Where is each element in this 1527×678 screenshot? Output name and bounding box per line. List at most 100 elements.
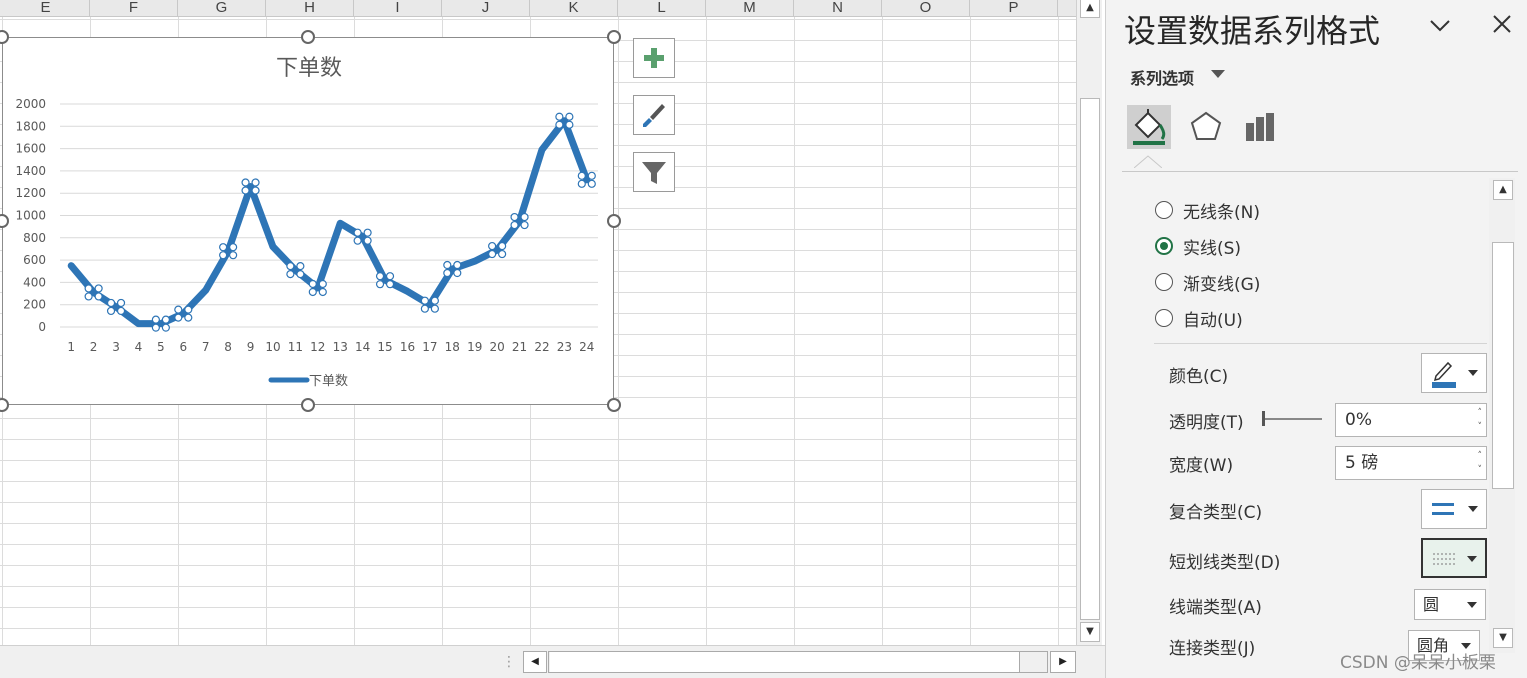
transparency-spinner-icon[interactable]: ˄ ˅	[1478, 406, 1483, 434]
column-header-n[interactable]: N	[794, 0, 882, 17]
point-selection-handle[interactable]	[151, 315, 160, 324]
pane-scroll-up-button[interactable]: ▲	[1493, 180, 1513, 200]
point-selection-handle[interactable]	[116, 298, 126, 308]
point-selection-handle[interactable]	[296, 262, 305, 271]
dash-type-dropdown[interactable]	[1421, 538, 1487, 578]
point-selection-handle[interactable]	[363, 228, 372, 237]
pane-scroll-down-button[interactable]: ▼	[1493, 628, 1513, 648]
point-selection-handle[interactable]	[498, 249, 507, 259]
chart-styles-button[interactable]	[633, 95, 675, 135]
pane-scroll-thumb[interactable]	[1492, 242, 1514, 489]
point-selection-handle[interactable]	[353, 228, 362, 237]
point-selection-handle[interactable]	[375, 280, 385, 289]
point-selection-handle[interactable]	[184, 313, 193, 322]
chart-elements-button[interactable]	[633, 38, 675, 78]
line-chart[interactable]: 下单数 2000 1800 1600 1400 1200 1000 800 600 400 200…	[2, 37, 614, 405]
point-selection-handle[interactable]	[286, 262, 295, 271]
split-handle-icon[interactable]: ⋮	[502, 654, 516, 670]
scroll-down-button[interactable]: ▼	[1080, 622, 1100, 642]
point-selection-handle[interactable]	[94, 284, 103, 293]
point-selection-handle[interactable]	[229, 243, 238, 252]
radio-no-line[interactable]: 无线条(N)	[1155, 198, 1260, 223]
radio-no-line-indicator[interactable]	[1155, 201, 1173, 219]
point-selection-handle[interactable]	[161, 315, 170, 324]
radio-automatic-indicator[interactable]	[1155, 309, 1173, 327]
vertical-scroll-thumb[interactable]	[1080, 98, 1100, 620]
point-selection-handle[interactable]	[587, 171, 596, 180]
radio-automatic[interactable]: 自动(U)	[1155, 306, 1243, 331]
point-selection-handle[interactable]	[241, 178, 250, 187]
column-header-l[interactable]: L	[618, 0, 706, 17]
horizontal-scroll-thumb[interactable]	[550, 652, 1020, 672]
resize-handle-top[interactable]	[301, 30, 315, 44]
point-selection-handle[interactable]	[308, 287, 317, 297]
chart-filters-button[interactable]	[633, 152, 675, 192]
point-selection-handle[interactable]	[565, 120, 574, 129]
point-selection-handle[interactable]	[161, 323, 170, 332]
point-selection-handle[interactable]	[251, 178, 260, 187]
scroll-right-button[interactable]: ▶	[1050, 651, 1076, 673]
point-selection-handle[interactable]	[174, 313, 183, 322]
point-selection-handle[interactable]	[353, 236, 362, 245]
point-selection-handle[interactable]	[286, 270, 295, 279]
point-selection-handle[interactable]	[219, 251, 228, 260]
column-header-g[interactable]: G	[178, 0, 266, 17]
radio-solid-line-indicator[interactable]	[1155, 237, 1173, 255]
point-selection-handle[interactable]	[84, 284, 93, 293]
point-selection-handle[interactable]	[184, 305, 193, 314]
point-selection-handle[interactable]	[174, 305, 183, 314]
point-selection-handle[interactable]	[363, 236, 372, 245]
tab-fill-line[interactable]	[1127, 105, 1171, 149]
point-selection-handle[interactable]	[241, 186, 250, 195]
point-selection-handle[interactable]	[488, 241, 497, 251]
compound-type-dropdown[interactable]	[1421, 489, 1487, 529]
point-selection-handle[interactable]	[420, 304, 429, 313]
series-line[interactable]	[67, 117, 591, 328]
column-header-j[interactable]: J	[442, 0, 530, 17]
point-selection-handle[interactable]	[577, 171, 586, 180]
resize-handle-bottom-right[interactable]	[607, 398, 621, 412]
point-selection-handle[interactable]	[106, 306, 116, 316]
point-selection-handle[interactable]	[520, 220, 529, 230]
point-selection-handle[interactable]	[430, 296, 439, 305]
point-selection-handle[interactable]	[510, 220, 519, 230]
cap-type-select[interactable]: 圆	[1414, 589, 1486, 620]
transparency-input[interactable]: 0% ˄ ˅	[1335, 403, 1487, 437]
point-selection-handle[interactable]	[453, 268, 462, 278]
resize-handle-bottom[interactable]	[301, 398, 315, 412]
chart-title[interactable]: 下单数	[276, 56, 342, 81]
point-selection-handle[interactable]	[498, 241, 507, 251]
point-selection-handle[interactable]	[520, 212, 529, 222]
resize-handle-right[interactable]	[607, 214, 621, 228]
point-selection-handle[interactable]	[375, 272, 385, 281]
point-selection-handle[interactable]	[106, 298, 116, 308]
column-header-p[interactable]: P	[970, 0, 1058, 17]
column-header-m[interactable]: M	[706, 0, 794, 17]
point-selection-handle[interactable]	[318, 279, 327, 289]
point-selection-handle[interactable]	[577, 179, 586, 188]
column-header-h[interactable]: H	[266, 0, 354, 17]
width-input[interactable]: 5 磅 ˄ ˅	[1335, 446, 1487, 480]
chevron-down-icon[interactable]	[1428, 14, 1452, 38]
width-spinner-icon[interactable]: ˄ ˅	[1478, 449, 1483, 477]
scroll-left-button[interactable]: ◀	[523, 651, 547, 673]
point-selection-handle[interactable]	[488, 249, 497, 259]
resize-handle-top-right[interactable]	[607, 30, 621, 44]
point-selection-handle[interactable]	[453, 260, 462, 270]
column-header-k[interactable]: K	[530, 0, 618, 17]
tab-effects[interactable]	[1184, 105, 1228, 149]
point-selection-handle[interactable]	[555, 112, 564, 121]
point-selection-handle[interactable]	[308, 279, 317, 289]
point-selection-handle[interactable]	[116, 306, 126, 316]
chart-legend[interactable]: 下单数	[268, 374, 348, 389]
radio-gradient-line-indicator[interactable]	[1155, 273, 1173, 291]
scroll-up-button[interactable]: ▲	[1080, 0, 1100, 18]
transparency-slider-handle[interactable]	[1262, 411, 1265, 426]
point-selection-handle[interactable]	[318, 287, 327, 297]
point-selection-handle[interactable]	[151, 323, 160, 332]
point-selection-handle[interactable]	[229, 251, 238, 260]
point-selection-handle[interactable]	[219, 243, 228, 252]
column-header-e[interactable]: E	[2, 0, 90, 17]
point-selection-handle[interactable]	[296, 270, 305, 279]
series-options-dropdown[interactable]: 系列选项	[1130, 65, 1194, 89]
